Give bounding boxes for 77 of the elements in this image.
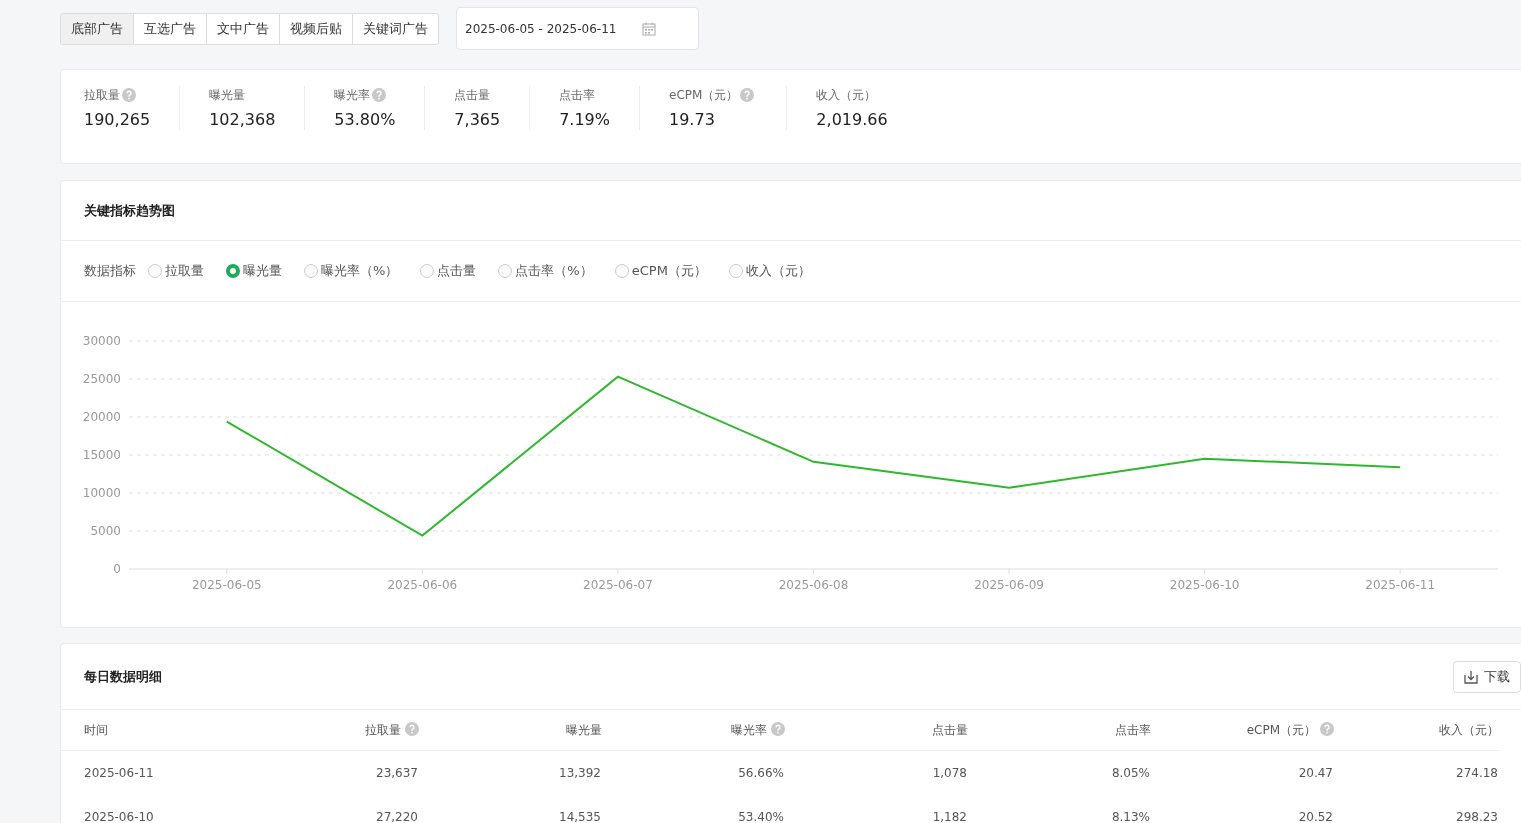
stat-value: 53.80% [334,110,396,129]
ad-type-tab[interactable]: 互选广告 [133,13,206,44]
stat-value: 7,365 [454,110,501,129]
table-cell: 274.18 [1456,766,1498,780]
x-tick-label: 2025-06-05 [191,578,262,592]
stat-value: 102,368 [209,110,276,129]
help-icon[interactable] [372,88,387,102]
stat-value: 2,019.66 [816,110,888,129]
table-cell: 20.47 [1298,766,1333,780]
y-tick-label: 15000 [82,448,121,462]
x-tick-label: 2025-06-10 [1169,578,1240,592]
calendar-icon [642,21,657,36]
table-cell: 23,637 [376,766,418,780]
ad-type-tab[interactable]: 关键词广告 [352,13,438,44]
table-cell: 2025-06-10 [84,810,154,823]
table-cell: 20.52 [1298,810,1333,823]
column-header: 收入（元） [1439,722,1499,737]
metric-radio[interactable]: eCPM（元） [614,262,707,280]
column-header: 曝光量 [566,722,602,737]
help-icon[interactable] [1320,721,1334,736]
table-cell: 298.23 [1456,810,1498,823]
metric-radio[interactable]: 曝光量 [226,262,282,280]
help-icon[interactable] [122,88,136,102]
column-header: 曝光率 [731,722,767,737]
table-cell: 1,182 [932,810,967,823]
help-icon[interactable] [740,88,755,102]
table-cell: 56.66% [738,766,784,780]
x-tick-label: 2025-06-11 [1365,578,1436,592]
stat-label: 点击率 [559,86,596,104]
section-title: 关键指标趋势图 [84,201,175,220]
stat-label: 曝光量 [209,86,246,104]
help-icon[interactable] [771,721,785,736]
table-cell: 53.40% [738,810,784,823]
ad-type-tab[interactable]: 底部广告 [61,13,133,44]
x-tick-label: 2025-06-07 [583,578,653,592]
table-cell: 1,078 [932,766,967,780]
y-tick-label: 30000 [82,334,121,348]
ad-type-tab[interactable]: 文中广告 [206,13,279,44]
metric-label: 数据指标 [84,262,136,280]
column-header: 点击率 [1115,722,1151,737]
column-header: 拉取量 [365,722,401,737]
column-header: 点击量 [932,722,968,737]
download-icon [1464,669,1478,684]
stat-label: 曝光率 [334,86,371,104]
stat-label: 收入（元） [816,86,877,104]
table-cell: 27,220 [376,810,418,823]
x-tick-label: 2025-06-08 [778,578,849,592]
table-cell: 8.13% [1111,810,1150,823]
date-range-field[interactable]: 2025-06-05 - 2025-06-11 [456,7,699,50]
metric-radio[interactable]: 拉取量 [148,262,204,280]
y-tick-label: 20000 [82,410,121,424]
ad-type-tab[interactable]: 视频后贴 [279,13,352,44]
metric-radio[interactable]: 点击率（%） [498,262,593,280]
metric-radio[interactable]: 曝光率（%） [304,262,399,280]
stat-value: 7.19% [559,110,610,129]
column-header: 时间 [84,722,108,737]
metric-radio[interactable]: 收入（元） [728,262,811,280]
table-cell: 2025-06-11 [84,766,154,780]
x-tick-label: 2025-06-06 [387,578,458,592]
column-header: eCPM（元） [1246,722,1316,737]
stat-label: 点击量 [454,86,491,104]
metric-radio[interactable]: 点击量 [420,262,477,280]
x-tick-label: 2025-06-09 [974,578,1044,592]
stat-label: 拉取量 [84,86,120,104]
table-cell: 14,535 [559,810,601,823]
y-tick-label: 5000 [90,524,121,538]
table-cell: 8.05% [1111,766,1150,780]
table-cell: 13,392 [559,766,601,780]
stat-value: 190,265 [84,110,151,129]
y-tick-label: 0 [113,562,121,576]
stat-label: eCPM（元） [669,86,739,104]
y-tick-label: 10000 [82,486,121,500]
download-button[interactable]: 下载 [1453,660,1521,693]
y-tick-label: 25000 [82,372,121,386]
help-icon[interactable] [405,721,419,736]
stat-value: 19.73 [669,110,716,129]
section-title: 每日数据明细 [84,667,162,686]
